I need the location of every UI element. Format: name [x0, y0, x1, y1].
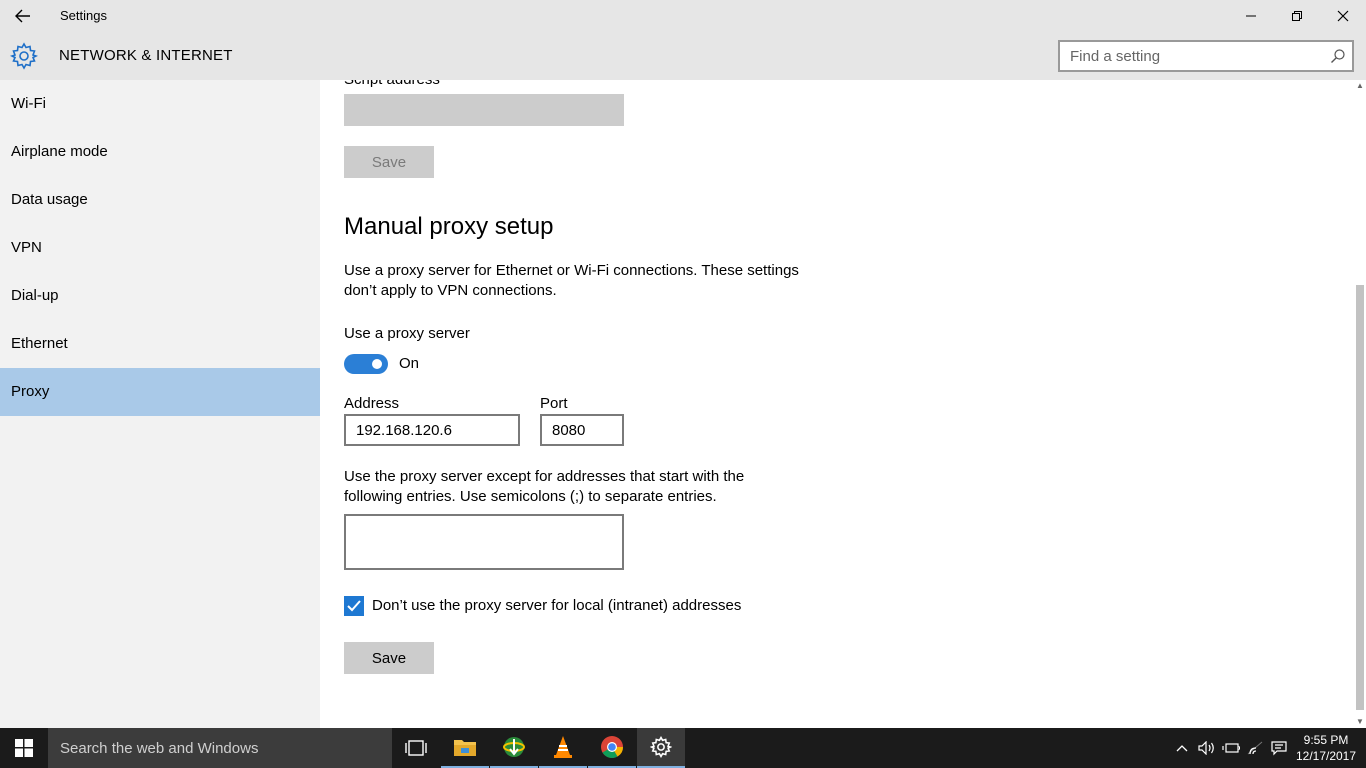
wifi-icon	[1247, 741, 1263, 755]
gear-icon	[10, 42, 38, 70]
use-proxy-state: On	[399, 355, 420, 372]
scroll-down-icon[interactable]: ▼	[1356, 718, 1364, 726]
exceptions-description: Use the proxy server except for addresse…	[344, 468, 745, 505]
show-hidden-icons-button[interactable]	[1172, 728, 1192, 768]
restore-button[interactable]	[1274, 0, 1320, 32]
close-button[interactable]	[1320, 0, 1366, 32]
clock-time: 9:55 PM	[1303, 733, 1349, 747]
windows-logo-icon	[15, 739, 33, 757]
sidebar-item-dial-up[interactable]: Dial-up	[0, 272, 320, 320]
sidebar-item-vpn[interactable]: VPN	[0, 224, 320, 272]
proxy-settings-pane: Script address Save Manual proxy setup U…	[320, 80, 1354, 728]
power-button[interactable]	[1220, 728, 1242, 768]
task-view-icon	[405, 740, 427, 756]
search-icon[interactable]	[1330, 48, 1346, 64]
sidebar-item-label: Data usage	[11, 191, 88, 208]
task-view-button[interactable]	[392, 728, 440, 768]
address-label: Address	[344, 395, 400, 412]
close-icon	[1337, 10, 1349, 22]
sidebar-item-proxy[interactable]: Proxy	[0, 368, 320, 416]
folder-icon	[454, 740, 476, 756]
back-button[interactable]	[0, 0, 46, 32]
notification-icon	[1271, 741, 1287, 756]
checkmark-icon	[347, 600, 361, 612]
script-save-button[interactable]: Save	[344, 146, 434, 178]
manual-proxy-description: Use a proxy server for Ethernet or Wi-Fi…	[344, 262, 799, 299]
chrome-icon	[601, 736, 623, 758]
speaker-icon	[1198, 741, 1214, 755]
address-value: 192.168.120.6	[356, 422, 452, 439]
section-title: NETWORK & INTERNET	[59, 47, 233, 64]
taskbar-clock[interactable]: 9:55 PM 12/17/2017	[1290, 732, 1362, 764]
settings-taskbar-button[interactable]	[637, 728, 685, 768]
local-addresses-checkbox[interactable]	[344, 596, 364, 616]
address-input[interactable]: 192.168.120.6	[344, 414, 520, 446]
manual-proxy-heading: Manual proxy setup	[344, 213, 554, 240]
start-button[interactable]	[0, 728, 48, 768]
scrollbar[interactable]: ▲ ▼	[1354, 80, 1366, 728]
volume-button[interactable]	[1196, 728, 1218, 768]
minimize-button[interactable]	[1228, 0, 1274, 32]
sidebar-item-label: Airplane mode	[11, 143, 108, 160]
restore-icon	[1292, 11, 1302, 21]
script-address-label: Script address	[344, 80, 440, 88]
internet-download-manager-button[interactable]	[490, 728, 538, 768]
network-button[interactable]	[1244, 728, 1266, 768]
settings-header: NETWORK & INTERNET Find a setting	[0, 32, 1366, 80]
port-label: Port	[540, 395, 568, 412]
vlc-cone-icon	[554, 736, 572, 758]
local-addresses-label: Don’t use the proxy server for local (in…	[372, 597, 742, 614]
sidebar-item-label: Dial-up	[11, 287, 59, 304]
chrome-button[interactable]	[588, 728, 636, 768]
toggle-knob	[372, 359, 382, 369]
settings-gear-icon	[650, 736, 672, 758]
sidebar-item-label: Ethernet	[11, 335, 68, 352]
sidebar-item-wifi[interactable]: Wi-Fi	[0, 80, 320, 128]
taskbar-search-box[interactable]: Search the web and Windows	[48, 728, 392, 768]
port-value: 8080	[552, 422, 586, 439]
use-proxy-label: Use a proxy server	[344, 325, 470, 342]
taskbar: Search the web and Windows 9:55 PM 12/17…	[0, 728, 1366, 768]
minimize-icon	[1246, 15, 1256, 17]
sidebar-item-label: Wi-Fi	[11, 95, 46, 112]
sidebar-item-data-usage[interactable]: Data usage	[0, 176, 320, 224]
back-arrow-icon	[15, 9, 30, 23]
port-input[interactable]: 8080	[540, 414, 624, 446]
use-proxy-toggle[interactable]	[344, 354, 388, 374]
find-setting-input[interactable]: Find a setting	[1058, 40, 1354, 72]
clock-date: 12/17/2017	[1295, 749, 1357, 763]
sidebar-item-label: VPN	[11, 239, 42, 256]
file-explorer-button[interactable]	[441, 728, 489, 768]
vlc-button[interactable]	[539, 728, 587, 768]
scroll-up-icon[interactable]: ▲	[1356, 82, 1364, 90]
taskbar-search-placeholder: Search the web and Windows	[60, 740, 259, 757]
scrollbar-thumb[interactable]	[1356, 285, 1364, 710]
sidebar: Wi-Fi Airplane mode Data usage VPN Dial-…	[0, 80, 320, 728]
exceptions-textarea[interactable]	[344, 514, 624, 570]
search-placeholder: Find a setting	[1070, 48, 1161, 65]
globe-download-icon	[503, 737, 525, 757]
sidebar-item-airplane-mode[interactable]: Airplane mode	[0, 128, 320, 176]
action-center-button[interactable]	[1268, 728, 1290, 768]
chevron-up-icon	[1176, 745, 1188, 752]
save-button[interactable]: Save	[344, 642, 434, 674]
sidebar-item-ethernet[interactable]: Ethernet	[0, 320, 320, 368]
script-address-input[interactable]	[344, 94, 624, 126]
sidebar-item-label: Proxy	[11, 383, 50, 400]
battery-plug-icon	[1222, 743, 1240, 753]
title-bar: Settings	[0, 0, 1366, 32]
window-title: Settings	[60, 8, 107, 23]
